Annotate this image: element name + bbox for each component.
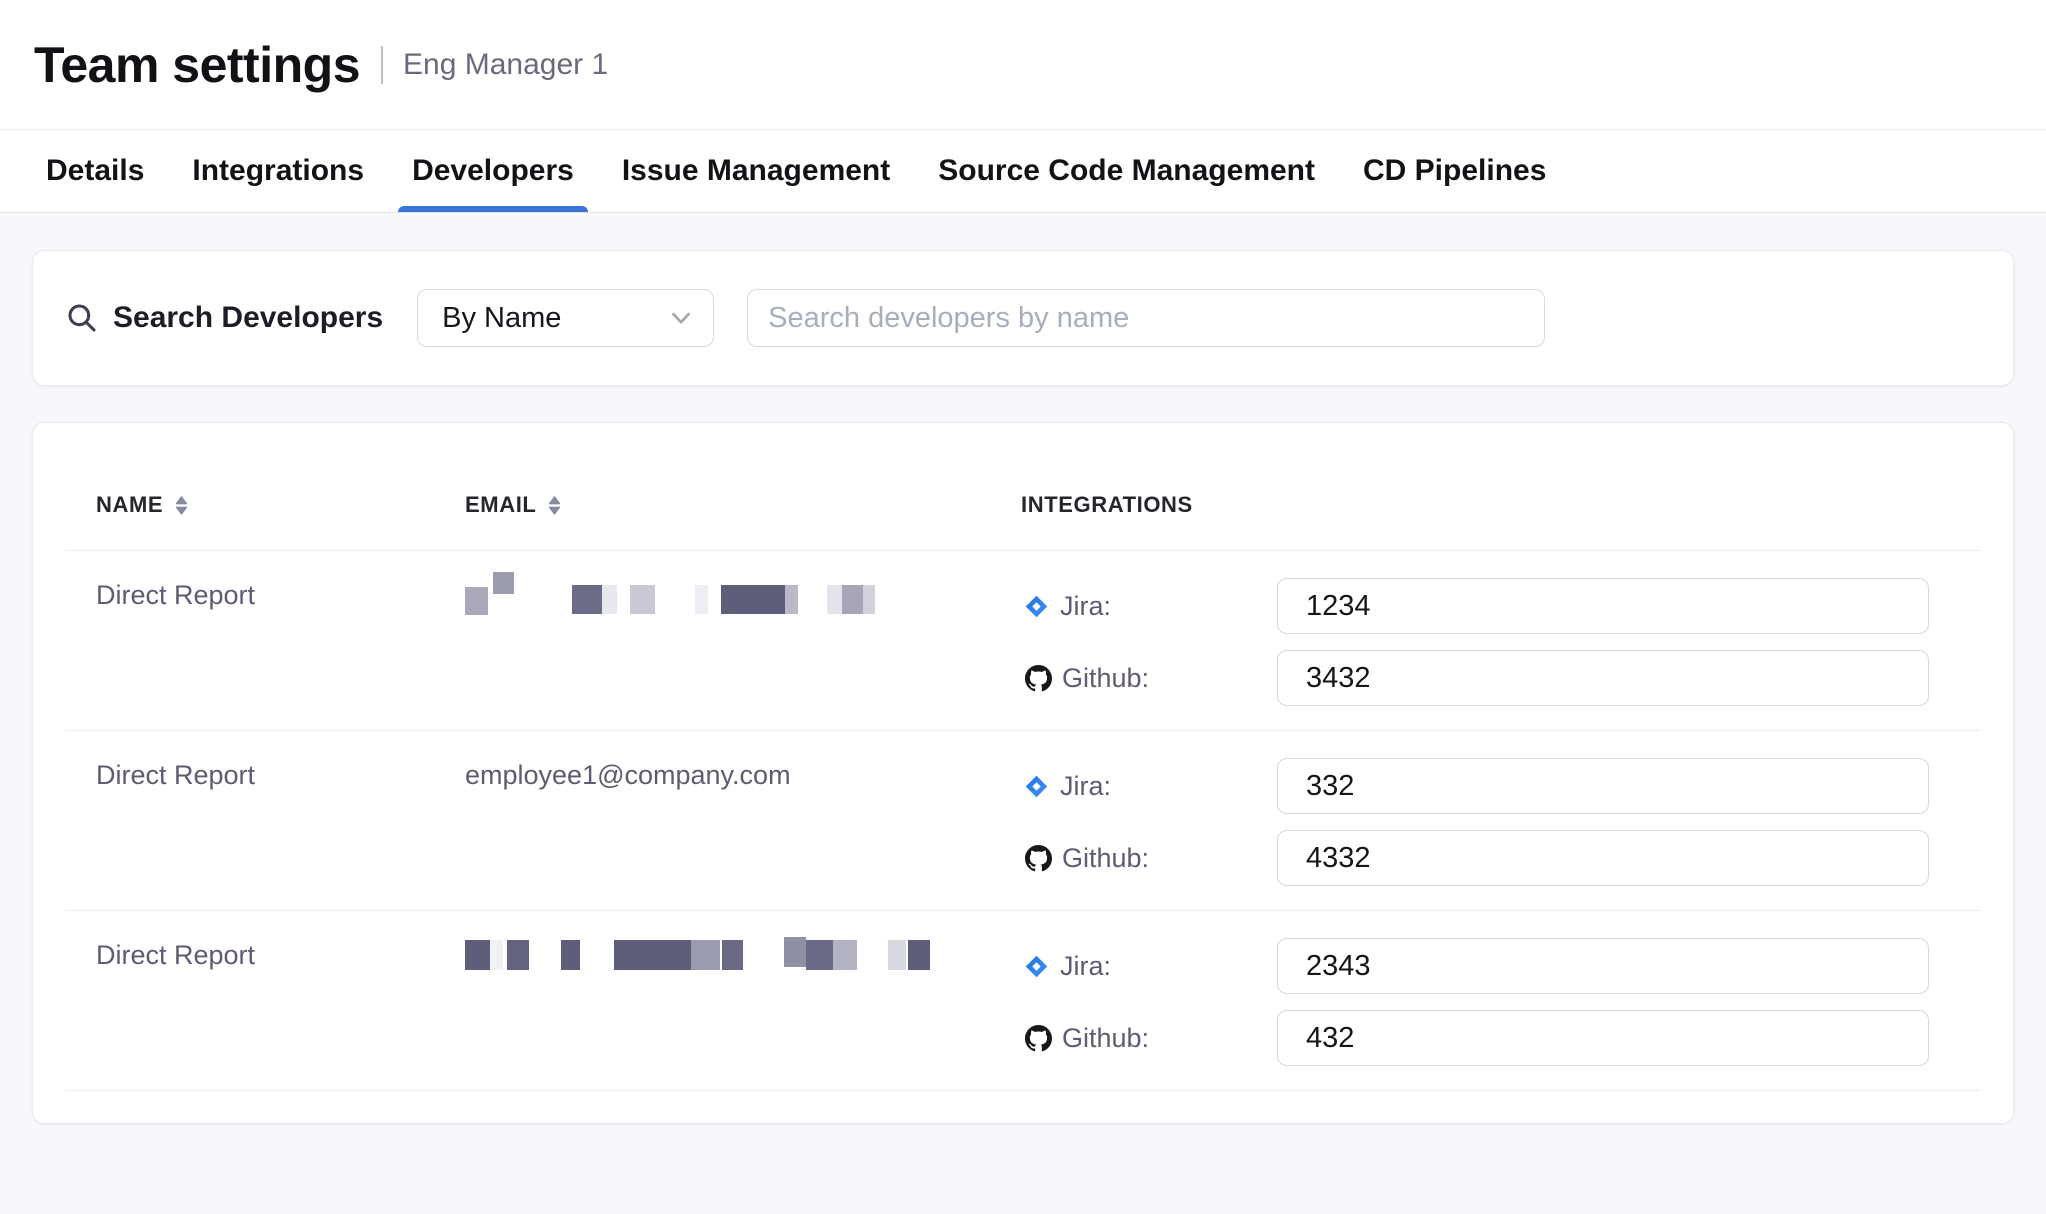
developer-email: employee1@company.com (465, 760, 791, 790)
table-row: Direct Report Jira: (65, 551, 1981, 731)
main-content: Search Developers By Name NAME EMAIL (0, 213, 2046, 1124)
jira-icon (1025, 595, 1048, 618)
redacted-email (465, 580, 1021, 609)
developer-name: Direct Report (96, 760, 255, 790)
github-id-input[interactable] (1277, 1010, 1929, 1066)
github-icon (1025, 665, 1052, 692)
github-label: Github: (1062, 843, 1149, 874)
search-filter-value: By Name (442, 302, 561, 335)
search-filter-select[interactable]: By Name (417, 289, 714, 347)
tab-integrations[interactable]: Integrations (192, 130, 364, 212)
jira-id-input[interactable] (1277, 758, 1929, 814)
search-icon (66, 302, 98, 334)
table-row: Direct Report employee1@company.com Jira… (65, 731, 1981, 911)
tab-developers[interactable]: Developers (412, 130, 574, 212)
title-divider (381, 46, 383, 84)
developers-table-card: NAME EMAIL INTEGRATIONS Direct Report (32, 422, 2014, 1124)
search-card: Search Developers By Name (32, 250, 2014, 386)
github-icon (1025, 845, 1052, 872)
jira-id-input[interactable] (1277, 578, 1929, 634)
column-header-name[interactable]: NAME (65, 492, 465, 518)
tab-bar: Details Integrations Developers Issue Ma… (0, 130, 2046, 213)
table-row: Direct Report Jira: (65, 911, 1981, 1091)
developer-name: Direct Report (96, 580, 255, 610)
jira-label: Jira: (1060, 951, 1111, 982)
team-name: Eng Manager 1 (403, 48, 608, 82)
tab-cd-pipelines[interactable]: CD Pipelines (1363, 130, 1546, 212)
sort-icon[interactable] (548, 496, 561, 515)
column-header-email[interactable]: EMAIL (465, 492, 1021, 518)
developer-name: Direct Report (96, 940, 255, 970)
search-input[interactable] (747, 289, 1545, 347)
jira-id-input[interactable] (1277, 938, 1929, 994)
jira-label: Jira: (1060, 771, 1111, 802)
tab-details[interactable]: Details (46, 130, 144, 212)
tab-source-code-management[interactable]: Source Code Management (938, 130, 1315, 212)
github-id-input[interactable] (1277, 830, 1929, 886)
github-label: Github: (1062, 663, 1149, 694)
page-header: Team settings Eng Manager 1 (0, 0, 2046, 130)
page-title: Team settings (34, 36, 360, 94)
github-icon (1025, 1025, 1052, 1052)
jira-icon (1025, 955, 1048, 978)
table-header-row: NAME EMAIL INTEGRATIONS (65, 423, 1981, 551)
column-header-email-label: EMAIL (465, 492, 536, 518)
chevron-down-icon (671, 312, 691, 325)
sort-icon[interactable] (175, 496, 188, 515)
jira-label: Jira: (1060, 591, 1111, 622)
column-header-integrations: INTEGRATIONS (1021, 492, 1981, 518)
jira-icon (1025, 775, 1048, 798)
redacted-email (465, 940, 1021, 970)
search-label: Search Developers (113, 301, 383, 335)
column-header-name-label: NAME (96, 492, 163, 518)
column-header-integrations-label: INTEGRATIONS (1021, 492, 1193, 518)
tab-issue-management[interactable]: Issue Management (622, 130, 890, 212)
github-id-input[interactable] (1277, 650, 1929, 706)
github-label: Github: (1062, 1023, 1149, 1054)
